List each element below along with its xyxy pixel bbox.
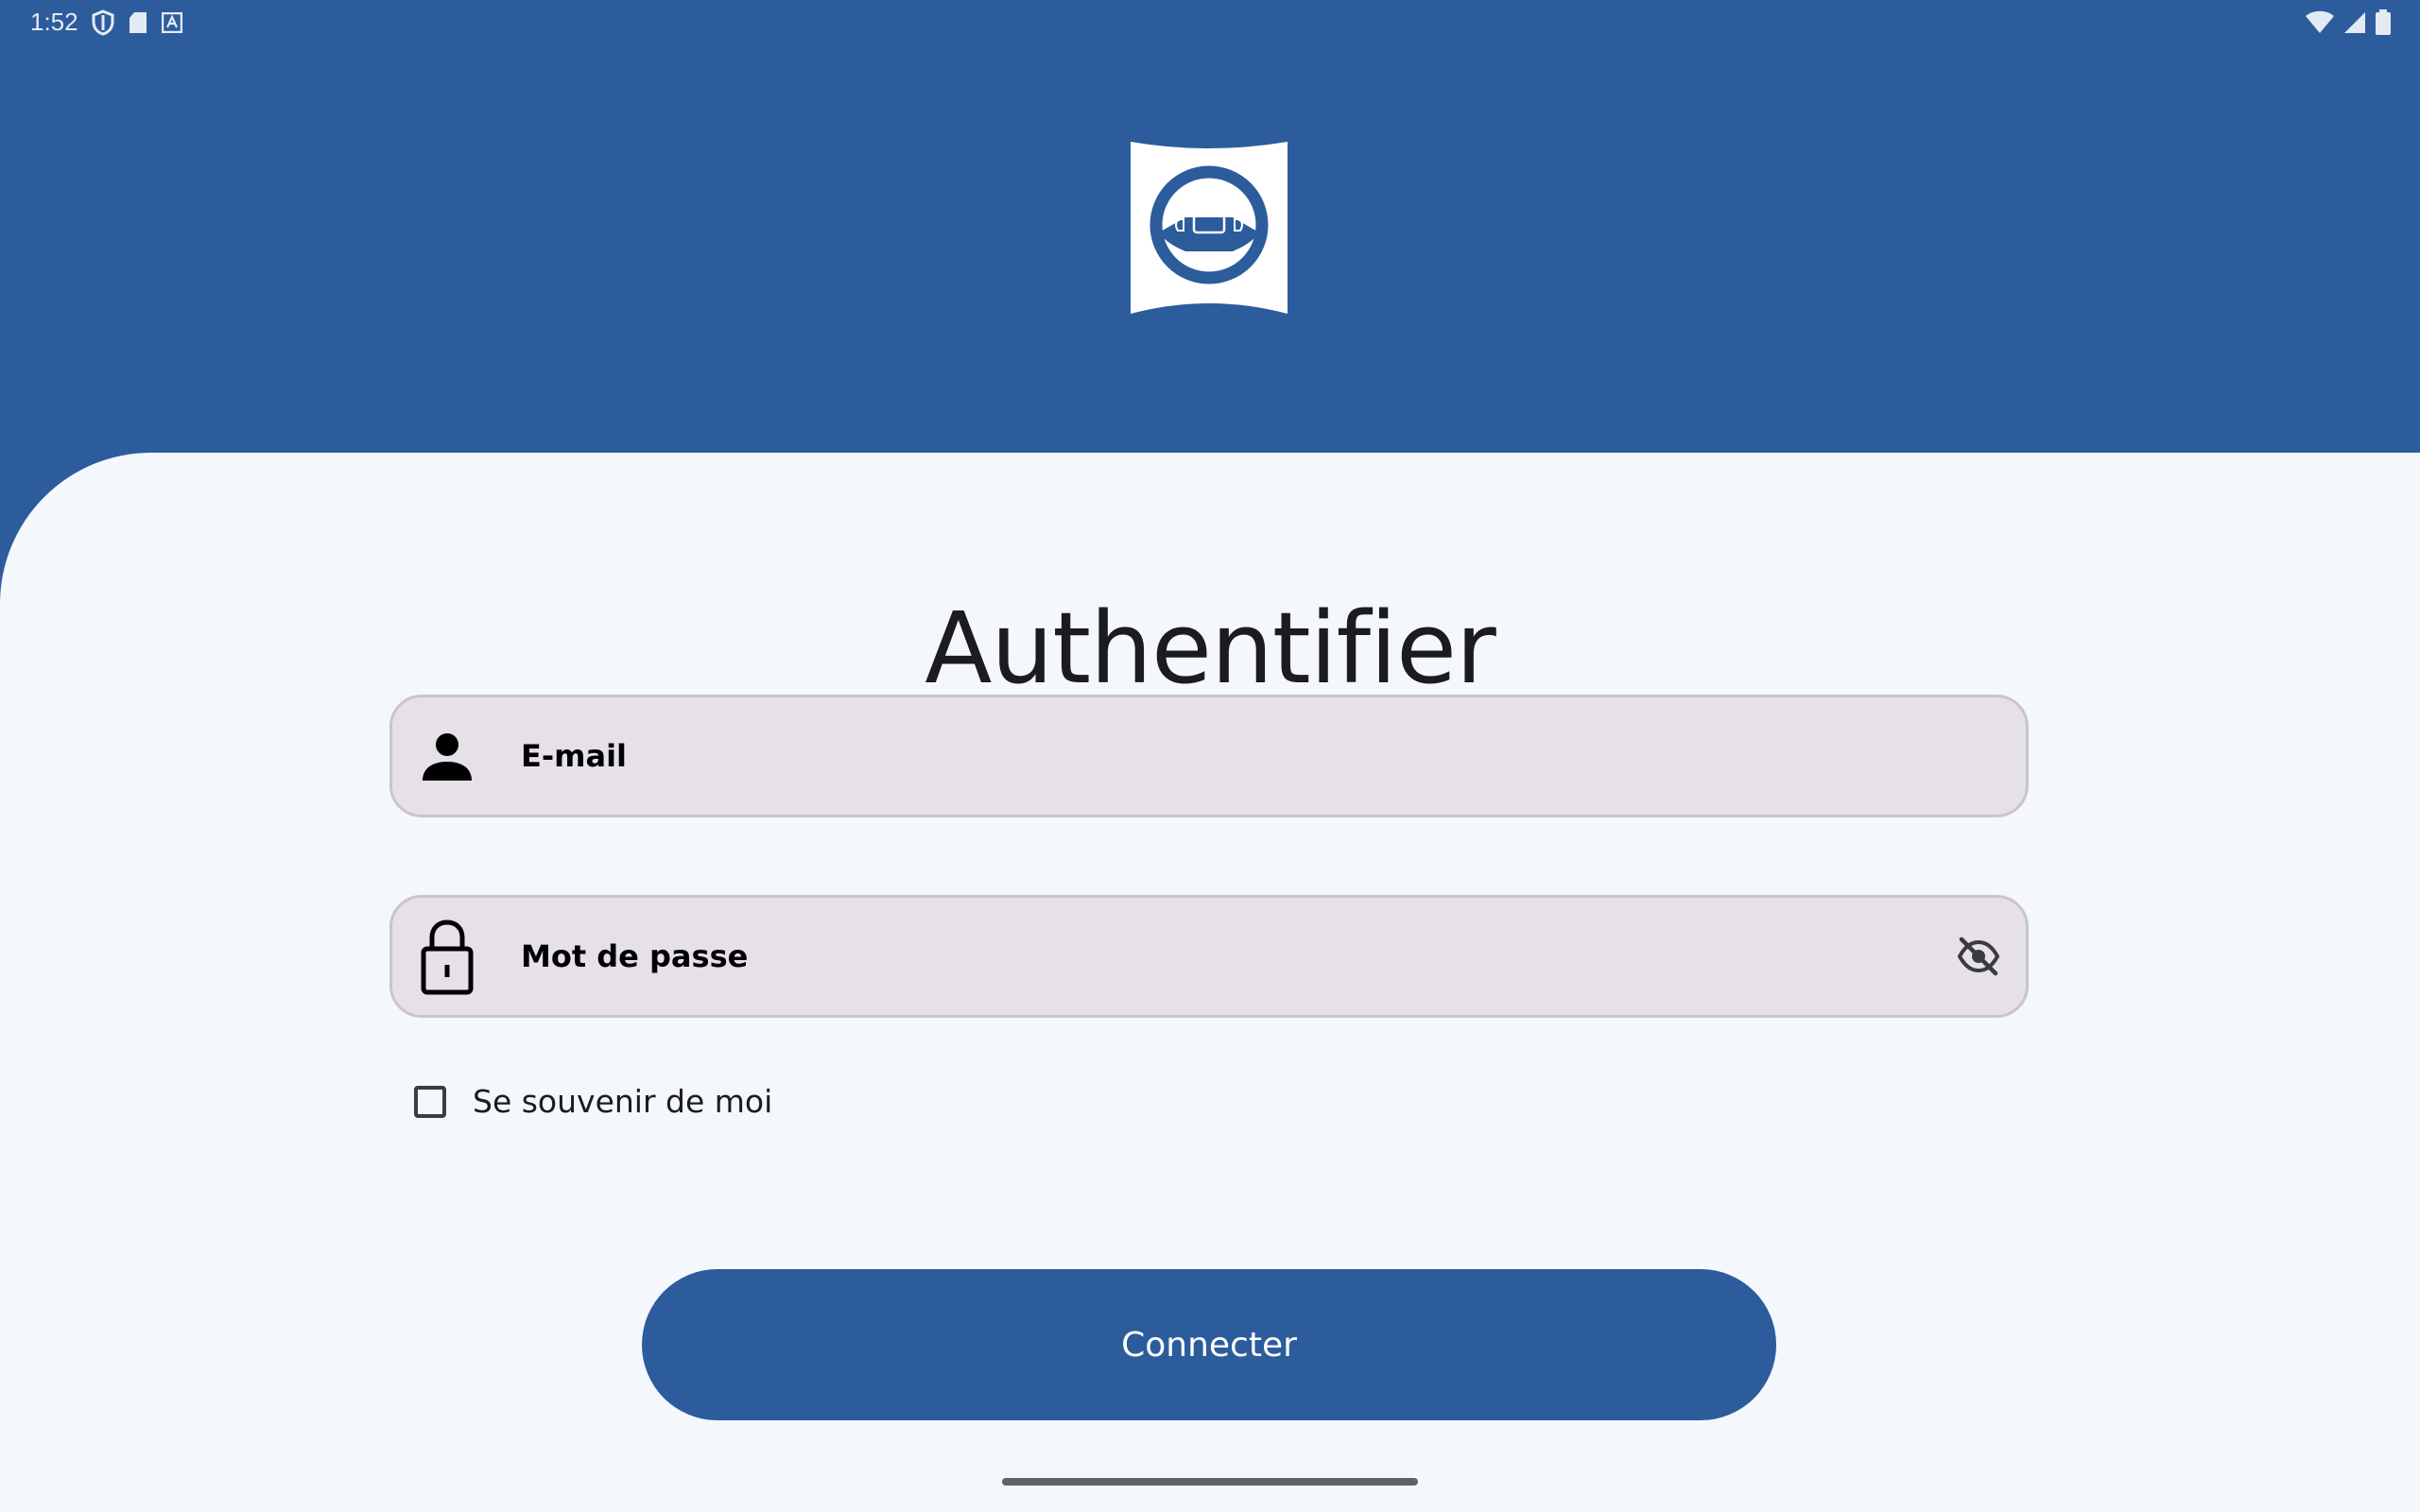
steering-wheel-icon bbox=[1131, 142, 1288, 314]
connect-button[interactable]: Connecter bbox=[642, 1269, 1776, 1420]
email-input[interactable] bbox=[521, 697, 1922, 815]
status-bar: 1:52 bbox=[0, 0, 2420, 45]
keyboard-icon bbox=[161, 11, 182, 33]
status-bar-left: 1:52 bbox=[30, 8, 182, 37]
cell-signal-icon bbox=[2342, 10, 2367, 35]
page-title: Authentifier bbox=[925, 590, 1496, 706]
lock-icon bbox=[419, 917, 475, 996]
sd-card-icon bbox=[128, 10, 148, 35]
person-icon bbox=[419, 728, 475, 784]
wifi-icon bbox=[2305, 10, 2335, 35]
eye-off-icon[interactable] bbox=[1952, 930, 2005, 983]
remember-me-label: Se souvenir de moi bbox=[473, 1083, 773, 1120]
shield-icon bbox=[92, 9, 114, 36]
status-time: 1:52 bbox=[30, 8, 78, 36]
password-field[interactable] bbox=[389, 895, 2029, 1018]
remember-me[interactable]: Se souvenir de moi bbox=[414, 1083, 772, 1120]
home-indicator[interactable] bbox=[1002, 1478, 1418, 1486]
battery-icon bbox=[2375, 9, 2392, 36]
app-logo bbox=[1131, 142, 1288, 314]
password-input[interactable] bbox=[521, 898, 1922, 1015]
remember-me-checkbox[interactable] bbox=[414, 1085, 446, 1118]
login-screen: 1:52 Authentifier E-mail Se souvenir de … bbox=[0, 0, 2420, 1512]
email-field[interactable] bbox=[389, 695, 2029, 817]
status-bar-right bbox=[2305, 9, 2392, 36]
